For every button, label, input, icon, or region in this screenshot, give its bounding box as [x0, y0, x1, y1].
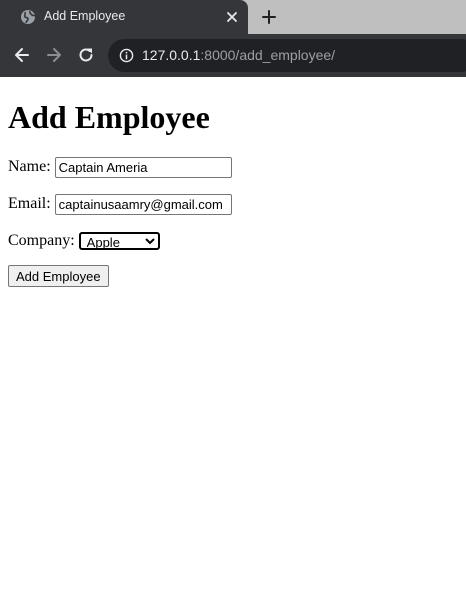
arrow-right-icon[interactable] — [44, 45, 64, 65]
email-label: Email: — [8, 195, 51, 212]
globe-icon — [21, 10, 36, 24]
url-path: :8000/add_employee/ — [200, 47, 336, 63]
name-row: Name: — [8, 156, 232, 178]
close-icon[interactable] — [224, 9, 240, 25]
browser-window: Add Employee 127.0.0.1:8000/add_employee… — [0, 0, 466, 77]
email-input[interactable] — [54, 193, 232, 215]
reload-icon[interactable] — [76, 45, 96, 65]
name-input[interactable] — [54, 156, 232, 178]
url-text: 127.0.0.1:8000/add_employee/ — [142, 47, 335, 63]
page-content: Add Employee Name: Email: Company: Apple… — [0, 77, 466, 606]
company-row: Company: Apple — [8, 230, 160, 252]
address-bar[interactable]: 127.0.0.1:8000/add_employee/ — [108, 39, 466, 72]
browser-tab[interactable]: Add Employee — [0, 0, 248, 34]
arrow-left-icon[interactable] — [12, 45, 32, 65]
page-title: Add Employee — [8, 99, 210, 135]
email-row: Email: — [8, 193, 232, 215]
url-host: 127.0.0.1 — [142, 47, 201, 63]
browser-toolbar: 127.0.0.1:8000/add_employee/ — [0, 34, 466, 77]
company-label: Company: — [8, 232, 75, 249]
company-select[interactable]: Apple — [78, 232, 160, 250]
name-label: Name: — [8, 158, 51, 175]
plus-icon[interactable] — [260, 8, 278, 26]
tab-strip: Add Employee — [0, 0, 466, 34]
tab-title: Add Employee — [44, 9, 126, 23]
add-employee-button[interactable]: Add Employee — [8, 265, 109, 287]
info-icon[interactable] — [119, 48, 134, 63]
submit-row: Add Employee — [8, 265, 109, 287]
